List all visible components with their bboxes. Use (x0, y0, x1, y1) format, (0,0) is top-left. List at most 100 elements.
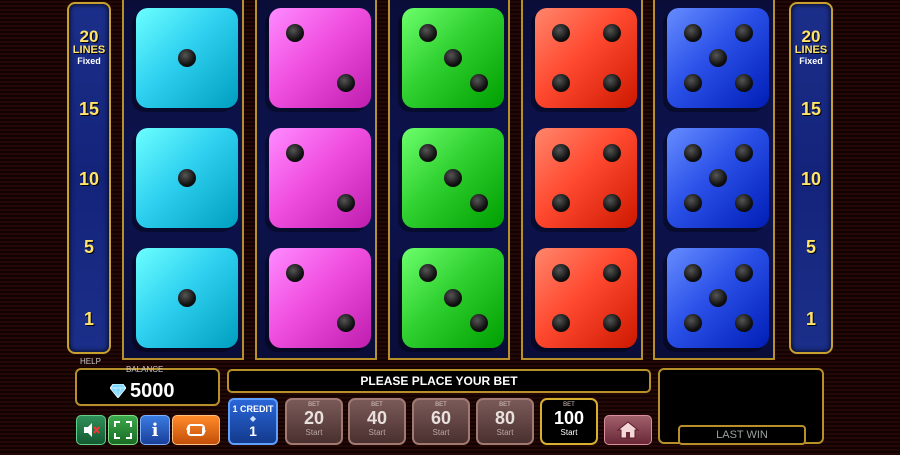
die-pip (336, 314, 355, 332)
die-pip (336, 194, 355, 212)
balance-value: 5000 (130, 380, 175, 402)
autoplay-button[interactable] (172, 415, 220, 445)
credit-button[interactable]: 1 CREDIT ◆ 1 (228, 398, 278, 445)
die-pip (683, 74, 702, 92)
bet-value: 80 (494, 408, 516, 428)
die-pip (709, 289, 727, 307)
die-pip (709, 169, 727, 187)
die-face-5 (667, 128, 769, 228)
die-face-4 (535, 8, 637, 108)
die-pip (734, 24, 753, 42)
slot-game: 20 LINES Fixed 15 10 5 1 20 LINES Fixed … (0, 0, 900, 455)
info-icon: i (151, 419, 159, 441)
credit-title: 1 CREDIT (232, 404, 274, 414)
die-face-5 (667, 8, 769, 108)
die-pip (551, 264, 570, 282)
die-pip (551, 24, 570, 42)
die-face-3 (402, 128, 504, 228)
last-win-label: LAST WIN (678, 425, 806, 445)
die-pip (444, 169, 462, 187)
die-face-4 (535, 128, 637, 228)
die-pip (418, 24, 437, 42)
line-marker: 10 (800, 169, 822, 189)
home-icon (616, 421, 640, 439)
reel-5 (653, 0, 775, 360)
die-pip (602, 264, 621, 282)
die-face-1 (136, 128, 238, 228)
die-pip (418, 144, 437, 162)
die-pip (683, 144, 702, 162)
die-pip (285, 24, 304, 42)
balance-label: BALANCE (126, 365, 164, 374)
bet-value: 40 (366, 408, 388, 428)
die-pip (444, 289, 462, 307)
bet-button-40[interactable]: BET 40 Start (348, 398, 406, 445)
die-pip (734, 314, 753, 332)
sound-button[interactable] (76, 415, 106, 445)
gem-icon (110, 384, 126, 398)
bet-button-20[interactable]: BET 20 Start (285, 398, 343, 445)
lines-header: 20 LINES Fixed (69, 28, 109, 66)
die-pip (683, 314, 702, 332)
die-face-3 (402, 8, 504, 108)
status-message: PLEASE PLACE YOUR BET (227, 369, 651, 393)
die-pip (734, 74, 753, 92)
fullscreen-button[interactable] (108, 415, 138, 445)
die-pip (551, 194, 570, 212)
bet-start-label: Start (432, 428, 450, 437)
credit-value: 1 (249, 423, 257, 439)
bet-start-label: Start (368, 428, 386, 437)
help-label[interactable]: HELP (80, 357, 101, 366)
die-face-2 (269, 128, 371, 228)
bet-button-60[interactable]: BET 60 Start (412, 398, 470, 445)
bet-start-label: Start (560, 428, 578, 437)
lines-panel-left: 20 LINES Fixed 15 10 5 1 (67, 2, 111, 354)
die-pip (418, 264, 437, 282)
die-pip (602, 194, 621, 212)
die-face-1 (136, 8, 238, 108)
bet-button-100[interactable]: BET 100 Start (540, 398, 598, 445)
die-face-2 (269, 8, 371, 108)
autoplay-icon (186, 424, 206, 436)
info-button[interactable]: i (140, 415, 170, 445)
lines-word: LINES (72, 44, 106, 56)
sound-mute-icon (84, 423, 100, 437)
die-pip (734, 264, 753, 282)
home-button[interactable] (604, 415, 652, 445)
die-pip (683, 24, 702, 42)
lines-fixed: Fixed (799, 56, 823, 66)
die-face-5 (667, 248, 769, 348)
line-marker: 1 (83, 309, 94, 329)
die-pip (285, 144, 304, 162)
fullscreen-icon (114, 421, 132, 439)
reel-4 (521, 0, 643, 360)
bet-start-label: Start (496, 428, 514, 437)
lines-count: 20 (79, 27, 99, 46)
reel-3 (388, 0, 510, 360)
die-pip (683, 194, 702, 212)
die-face-2 (269, 248, 371, 348)
die-pip (551, 144, 570, 162)
bet-button-80[interactable]: BET 80 Start (476, 398, 534, 445)
lines-header: 20 LINES Fixed (791, 28, 831, 66)
die-pip (709, 49, 727, 67)
line-marker: 10 (78, 169, 100, 189)
bet-value: 20 (303, 408, 325, 428)
lines-fixed: Fixed (77, 56, 101, 66)
die-pip (469, 314, 488, 332)
bet-value: 100 (553, 408, 585, 428)
die-face-3 (402, 248, 504, 348)
lines-word: LINES (794, 44, 828, 56)
reel-2 (255, 0, 377, 360)
line-marker: 15 (78, 99, 100, 119)
die-pip (683, 264, 702, 282)
bet-start-label: Start (305, 428, 323, 437)
die-pip (178, 169, 196, 187)
die-pip (551, 314, 570, 332)
line-marker: 5 (805, 237, 816, 257)
die-pip (444, 49, 462, 67)
credit-denom-icon: ◆ (249, 414, 257, 423)
die-pip (602, 314, 621, 332)
die-pip (178, 49, 196, 67)
die-face-4 (535, 248, 637, 348)
